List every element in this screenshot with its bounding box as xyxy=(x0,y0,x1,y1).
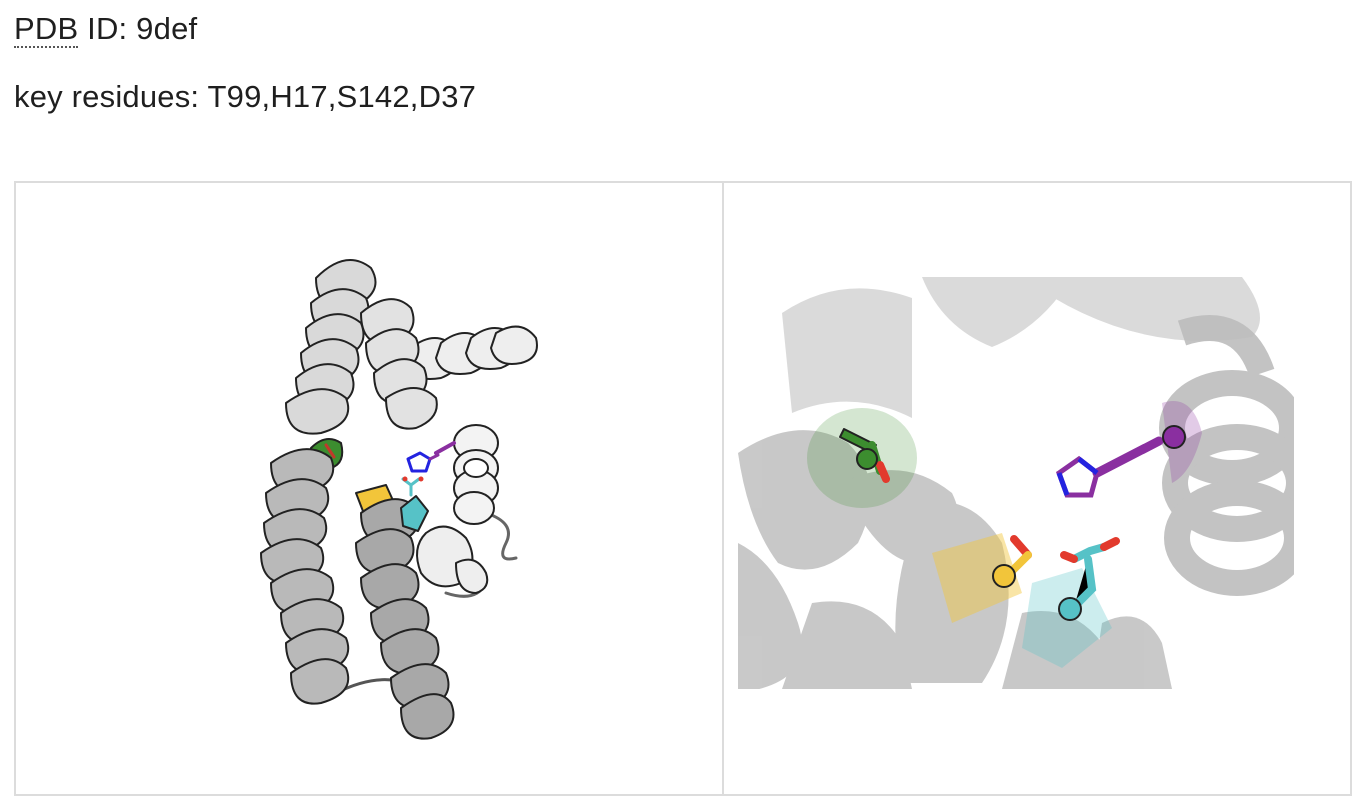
pdb-abbreviation[interactable]: PDB xyxy=(14,11,79,48)
pdb-id-line: PDB ID: 9def xyxy=(14,11,198,48)
residue-h17-left-icon xyxy=(406,441,456,473)
structure-panels xyxy=(14,181,1352,796)
zoom-panel xyxy=(722,183,1350,794)
protein-cartoon-overview-icon xyxy=(260,259,538,740)
lower-right-loop xyxy=(416,525,489,594)
pdb-id-value: ID: 9def xyxy=(78,11,198,46)
key-residues-line: key residues: T99,H17,S142,D37 xyxy=(14,79,477,114)
residue-d37-left-icon xyxy=(400,476,429,532)
helix-top-left xyxy=(285,259,377,435)
overview-panel xyxy=(16,183,724,794)
binding-site-closeup-icon xyxy=(738,277,1294,689)
helix-front-left xyxy=(260,448,350,705)
helix-front-right-coil xyxy=(453,424,499,525)
